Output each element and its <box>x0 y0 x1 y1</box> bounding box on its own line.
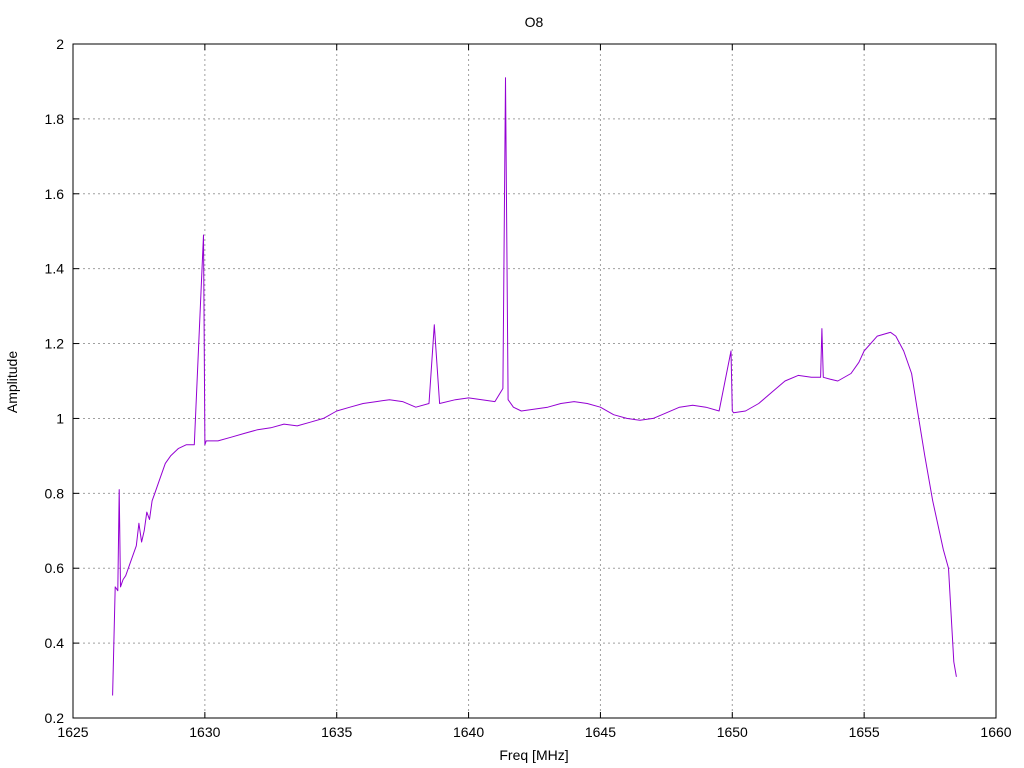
y-tick-label: 0.8 <box>45 485 65 501</box>
x-tick-label: 1640 <box>453 724 484 740</box>
y-axis-title: Amplitude <box>4 351 20 413</box>
y-tick-label: 1.4 <box>45 261 65 277</box>
x-tick-label: 1655 <box>849 724 880 740</box>
x-tick-label: 1630 <box>189 724 220 740</box>
chart-background <box>0 0 1024 768</box>
chart-title: O8 <box>525 14 544 30</box>
x-tick-label: 1650 <box>717 724 748 740</box>
y-tick-label: 2 <box>56 36 64 52</box>
y-tick-label: 0.2 <box>45 710 65 726</box>
y-tick-label: 1 <box>56 410 64 426</box>
x-tick-label: 1645 <box>585 724 616 740</box>
y-tick-label: 0.6 <box>45 560 65 576</box>
y-tick-label: 1.6 <box>45 186 65 202</box>
x-axis-title: Freq [MHz] <box>499 747 568 763</box>
x-tick-label: 1635 <box>321 724 352 740</box>
line-chart: O8 1625 1630 1635 1640 1645 1650 1655 1660 0.2 0… <box>0 0 1024 768</box>
y-tick-label: 0.4 <box>45 635 65 651</box>
y-tick-label: 1.8 <box>45 111 65 127</box>
y-tick-label: 1.2 <box>45 336 65 352</box>
x-tick-label: 1625 <box>57 724 88 740</box>
x-tick-label: 1660 <box>980 724 1011 740</box>
